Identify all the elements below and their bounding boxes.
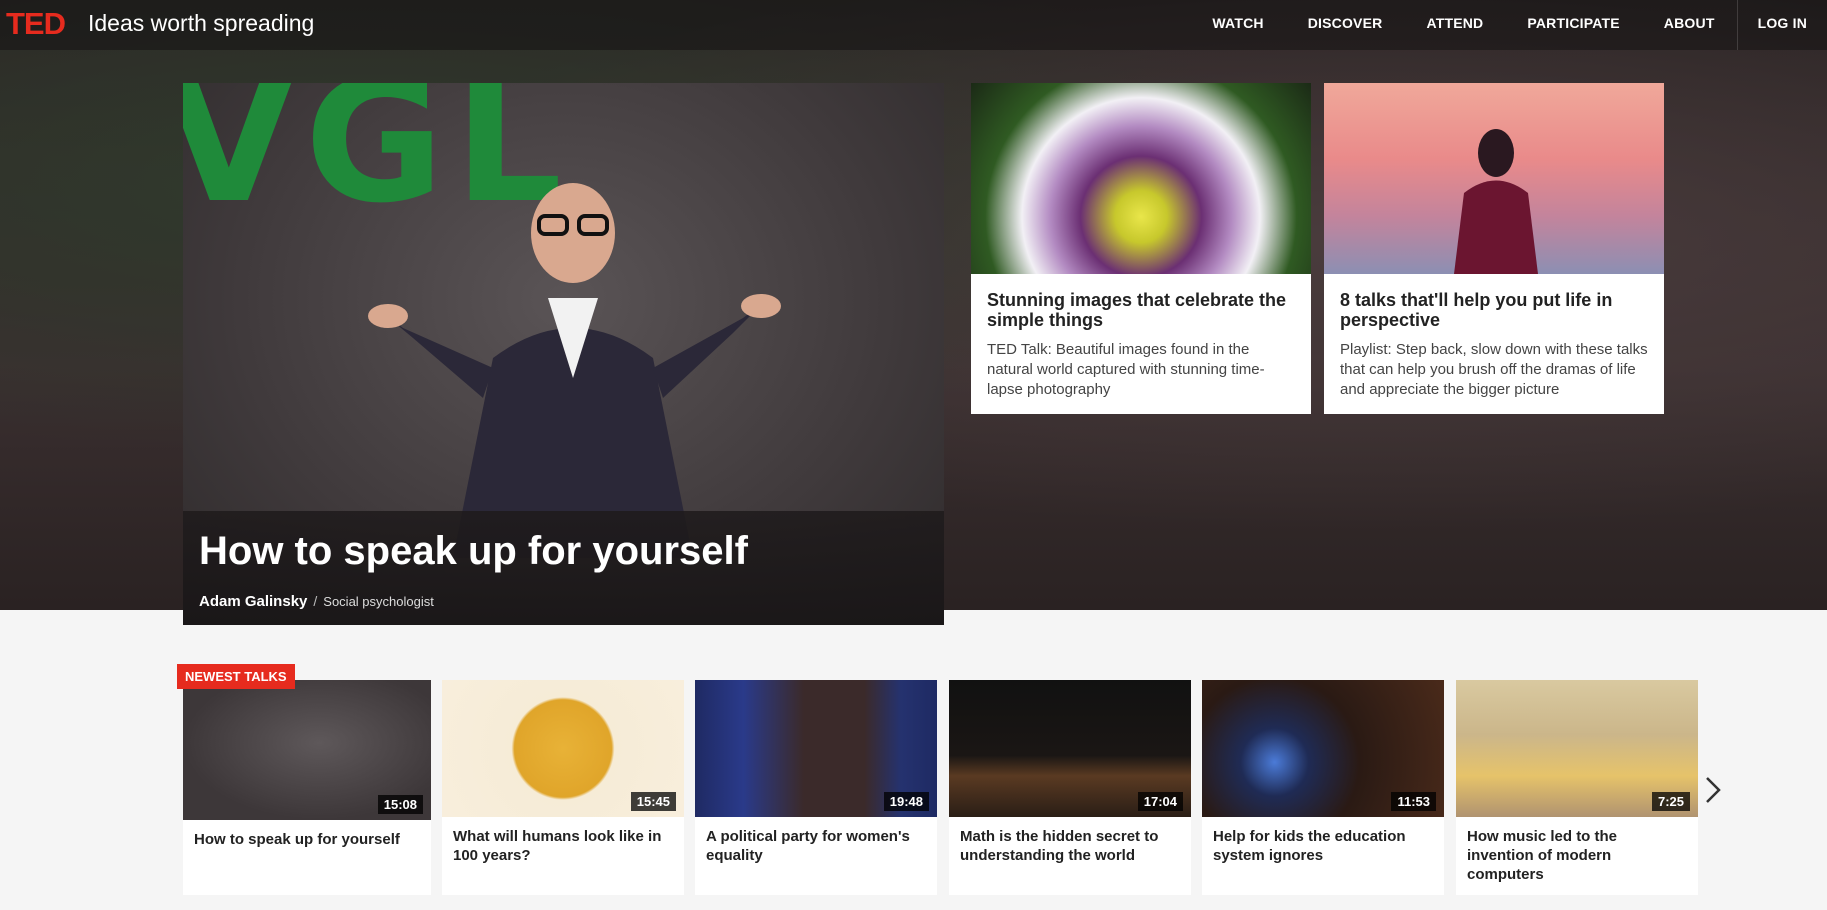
meta-separator: /	[313, 593, 318, 609]
speaker-role: Social psychologist	[323, 594, 434, 609]
main-nav: WATCH DISCOVER ATTEND PARTICIPATE ABOUT …	[1190, 0, 1827, 50]
talk-duration: 19:48	[883, 792, 929, 811]
card-description: TED Talk: Beautiful images found in the …	[987, 341, 1265, 398]
card-description: Playlist: Step back, slow down with thes…	[1340, 341, 1648, 398]
talk-title[interactable]: What will humans look like in 100 years?	[453, 827, 673, 865]
talk-duration: 17:04	[1137, 792, 1183, 811]
talk-title[interactable]: Math is the hidden secret to understandi…	[960, 827, 1180, 865]
top-navigation: TED Ideas worth spreading WATCH DISCOVER…	[0, 0, 1827, 50]
nav-about[interactable]: ABOUT	[1642, 0, 1737, 50]
talk-duration: 15:45	[630, 792, 676, 811]
talk-duration: 7:25	[1651, 792, 1690, 811]
talk-thumbnail: 19:48	[695, 680, 937, 817]
card-title[interactable]: Stunning images that celebrate the simpl…	[987, 290, 1295, 330]
nav-attend[interactable]: ATTEND	[1404, 0, 1505, 50]
featured-meta: Adam Galinsky / Social psychologist	[199, 593, 434, 610]
flower-photo	[971, 83, 1311, 274]
promo-card-2[interactable]: 8 talks that'll help you put life in per…	[1324, 83, 1664, 414]
talk-card[interactable]: 19:48 A political party for women's equa…	[695, 680, 937, 895]
site-tagline: Ideas worth spreading	[88, 10, 315, 36]
ted-logo[interactable]: TED	[6, 6, 66, 42]
talk-thumbnail: 17:04	[949, 680, 1191, 817]
nav-participate[interactable]: PARTICIPATE	[1505, 0, 1641, 50]
speaker-name[interactable]: Adam Galinsky	[199, 593, 307, 610]
talk-card[interactable]: 11:53 Help for kids the education system…	[1202, 680, 1444, 895]
talk-thumbnail: 15:08	[183, 680, 431, 820]
silhouette-graphic	[1454, 129, 1538, 274]
featured-caption: How to speak up for yourself Adam Galins…	[183, 511, 944, 625]
talk-card[interactable]: 7:25 How music led to the invention of m…	[1456, 680, 1698, 895]
card-title[interactable]: 8 talks that'll help you put life in per…	[1340, 290, 1648, 330]
person-by-water-photo	[1324, 83, 1664, 274]
talk-thumbnail: 7:25	[1456, 680, 1698, 817]
nav-watch[interactable]: WATCH	[1190, 0, 1285, 50]
newest-talks-badge: NEWEST TALKS	[177, 664, 295, 689]
talk-duration: 15:08	[377, 795, 423, 814]
talk-duration: 11:53	[1391, 792, 1436, 811]
nav-discover[interactable]: DISCOVER	[1286, 0, 1405, 50]
chevron-right-icon[interactable]	[1703, 775, 1723, 805]
talk-title[interactable]: Help for kids the education system ignor…	[1213, 827, 1433, 865]
promo-card-1[interactable]: Stunning images that celebrate the simpl…	[971, 83, 1311, 414]
log-in-button[interactable]: LOG IN	[1736, 0, 1827, 50]
speaker-photo	[368, 183, 781, 558]
featured-title[interactable]: How to speak up for yourself	[199, 529, 748, 574]
talk-thumbnail: 11:53	[1202, 680, 1444, 817]
talk-card[interactable]: 15:45 What will humans look like in 100 …	[442, 680, 684, 895]
talk-card[interactable]: 15:08 How to speak up for yourself	[183, 680, 431, 895]
talk-card[interactable]: 17:04 Math is the hidden secret to under…	[949, 680, 1191, 895]
talk-thumbnail: 15:45	[442, 680, 684, 817]
featured-talk[interactable]: VGL How to speak up for yourself Adam Ga…	[183, 83, 944, 625]
talk-title[interactable]: How music led to the invention of modern…	[1467, 827, 1687, 884]
talk-title[interactable]: How to speak up for yourself	[194, 830, 420, 849]
talk-title[interactable]: A political party for women's equality	[706, 827, 926, 865]
